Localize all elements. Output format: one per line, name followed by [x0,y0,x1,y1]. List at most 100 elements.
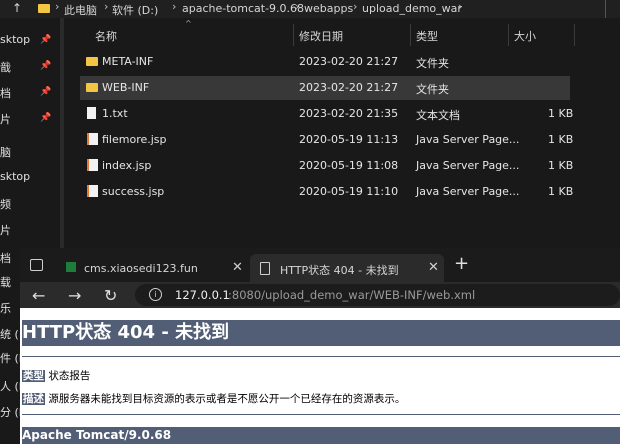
server-footer: Apache Tomcat/9.0.68 [22,427,620,444]
text-file-icon [87,107,96,119]
sidebar-item-drive-d[interactable]: 件 (D [0,350,20,366]
info-icon: i [149,288,162,301]
file-name: WEB-INF [102,81,150,94]
sidebar-item-drive-e[interactable]: 人 (E [0,378,20,394]
sidebar-item-desktop[interactable]: sktop [0,33,30,46]
breadcrumb-tomcat[interactable]: apache-tomcat-9.0.68 [182,2,304,15]
file-size: 1 KB [548,185,574,198]
divider [22,356,620,357]
chevron-right-icon: › [172,0,177,13]
sidebar-item-this-pc[interactable]: 脑 [0,144,11,160]
column-divider [574,24,575,46]
folder-icon [86,57,98,66]
page-icon [260,262,270,275]
column-header-date[interactable]: 修改日期 [299,28,343,44]
file-name: 1.txt [102,107,128,120]
column-divider [410,24,411,46]
breadcrumb-this-pc[interactable]: 此电脑 [64,2,97,18]
tab-actions-icon[interactable] [30,259,43,271]
file-date: 2020-05-19 11:13 [299,133,399,146]
file-row-index-jsp[interactable]: index.jsp 2020-05-19 11:08 Java Server P… [80,154,574,178]
new-tab-button[interactable]: + [454,253,469,274]
chevron-right-icon: › [458,0,463,13]
up-arrow-icon[interactable]: ↑ [12,1,22,15]
file-row-success-jsp[interactable]: success.jsp 2020-05-19 11:10 Java Server… [80,180,574,204]
file-name: META-INF [102,55,154,68]
sidebar-item-pictures[interactable]: 片 [0,111,11,127]
file-name: filemore.jsp [102,133,167,146]
file-size: 1 KB [548,133,574,146]
jsp-file-icon [87,133,98,145]
folder-small-icon [38,4,50,13]
chevron-right-icon: › [104,0,109,13]
url-path: :8080/upload_demo_war/WEB-INF/web.xml [228,288,476,302]
file-list: ^ 名称 修改日期 类型 大小 META-INF 2023-02-20 21:2… [70,18,620,248]
file-date: 2023-02-20 21:27 [299,81,399,94]
sidebar-item-drive-f[interactable]: 分 (F [0,404,20,420]
file-name: success.jsp [102,185,165,198]
tab-cms[interactable]: cms.xiaosedi123.fun ✕ [56,254,248,282]
url-bar[interactable]: i 127.0.0.1 :8080/upload_demo_war/WEB-IN… [135,284,620,306]
forward-arrow-icon[interactable]: → [68,286,81,305]
address-bar[interactable]: ↑ › 此电脑 › 软件 (D:) › apache-tomcat-9.0.68… [0,0,620,18]
column-header-size[interactable]: 大小 [514,28,536,44]
type-value: 状态报告 [45,370,91,382]
chevron-right-icon: › [55,0,60,13]
back-arrow-icon[interactable]: ← [32,286,45,305]
file-row-web-inf[interactable]: WEB-INF 2023-02-20 21:27 文件夹 [80,76,570,100]
sidebar-item-downloads[interactable]: 戠 [0,59,11,75]
pin-icon[interactable]: 📌 [40,61,51,71]
sidebar-item-pictures-2[interactable]: 片 [0,222,11,238]
file-size: 1 KB [548,107,574,120]
file-type: Java Server Page... [416,133,520,146]
sidebar-item-downloads-2[interactable]: 载 [0,274,11,290]
chevron-right-icon: › [295,0,300,13]
navigation-pane: sktop 📌 戠 📌 档 📌 片 📌 脑 sktop 频 片 [0,18,64,248]
error-heading: HTTP状态 404 - 未找到 [22,320,620,346]
pin-icon[interactable]: 📌 [40,87,51,97]
pin-icon[interactable]: 📌 [40,113,51,123]
sidebar-item-documents-2[interactable]: 档 [0,250,11,266]
file-type: 文件夹 [416,83,449,96]
sidebar-item-videos[interactable]: 频 [0,196,11,212]
tab-http-404[interactable]: HTTP状态 404 - 未找到 ✕ [250,254,444,282]
column-header-type[interactable]: 类型 [416,28,438,44]
pin-icon[interactable]: 📌 [40,35,51,45]
file-size: 1 KB [548,159,574,172]
jsp-file-icon [87,185,98,197]
column-divider [293,24,294,46]
column-header-name[interactable]: 名称 [95,28,117,44]
url-host: 127.0.0.1 [175,288,230,302]
sidebar-item-drive-c[interactable]: 统 ( [0,326,19,342]
sidebar-item-music[interactable]: 乐 [0,300,11,316]
close-icon[interactable]: ✕ [428,260,439,275]
sort-caret-icon: ^ [185,19,192,28]
chevron-right-icon: › [353,0,358,13]
browser-toolbar: ← → ↻ i 127.0.0.1 :8080/upload_demo_war/… [20,282,620,308]
type-paragraph: 类型 状态报告 [22,368,90,383]
file-name: index.jsp [102,159,152,172]
sidebar-item-desktop-2[interactable]: sktop [0,170,30,183]
file-type: 文本文档 [416,109,460,122]
file-row-filemore-jsp[interactable]: filemore.jsp 2020-05-19 11:13 Java Serve… [80,128,574,152]
description-value: 源服务器未能找到目标资源的表示或者是不愿公开一个已经存在的资源表示。 [45,393,406,405]
file-type: Java Server Page... [416,159,520,172]
breadcrumb-upload-demo-war[interactable]: upload_demo_war [362,2,462,15]
file-date: 2020-05-19 11:08 [299,159,399,172]
file-row-1-txt[interactable]: 1.txt 2023-02-20 21:35 文本文档 1 KB [80,102,574,126]
type-label: 类型 [22,370,45,382]
breadcrumb-webapps[interactable]: webapps [304,2,353,15]
close-icon[interactable]: ✕ [232,260,243,275]
sidebar-item-documents[interactable]: 档 [0,85,11,101]
file-date: 2023-02-20 21:27 [299,55,399,68]
navigation-pane-lower: 档 载 乐 统 ( 件 (D 人 (E 分 (F [0,248,20,444]
sidebar-scrollbar[interactable] [60,18,64,248]
jsp-file-icon [87,159,98,171]
file-type: Java Server Page... [416,185,520,198]
refresh-icon[interactable]: ↻ [104,286,117,305]
breadcrumb-drive-d[interactable]: 软件 (D:) [112,2,158,18]
folder-icon [86,83,98,92]
tab-title: cms.xiaosedi123.fun [84,262,198,275]
file-row-meta-inf[interactable]: META-INF 2023-02-20 21:27 文件夹 [80,50,570,74]
tab-title: HTTP状态 404 - 未找到 [280,264,399,277]
